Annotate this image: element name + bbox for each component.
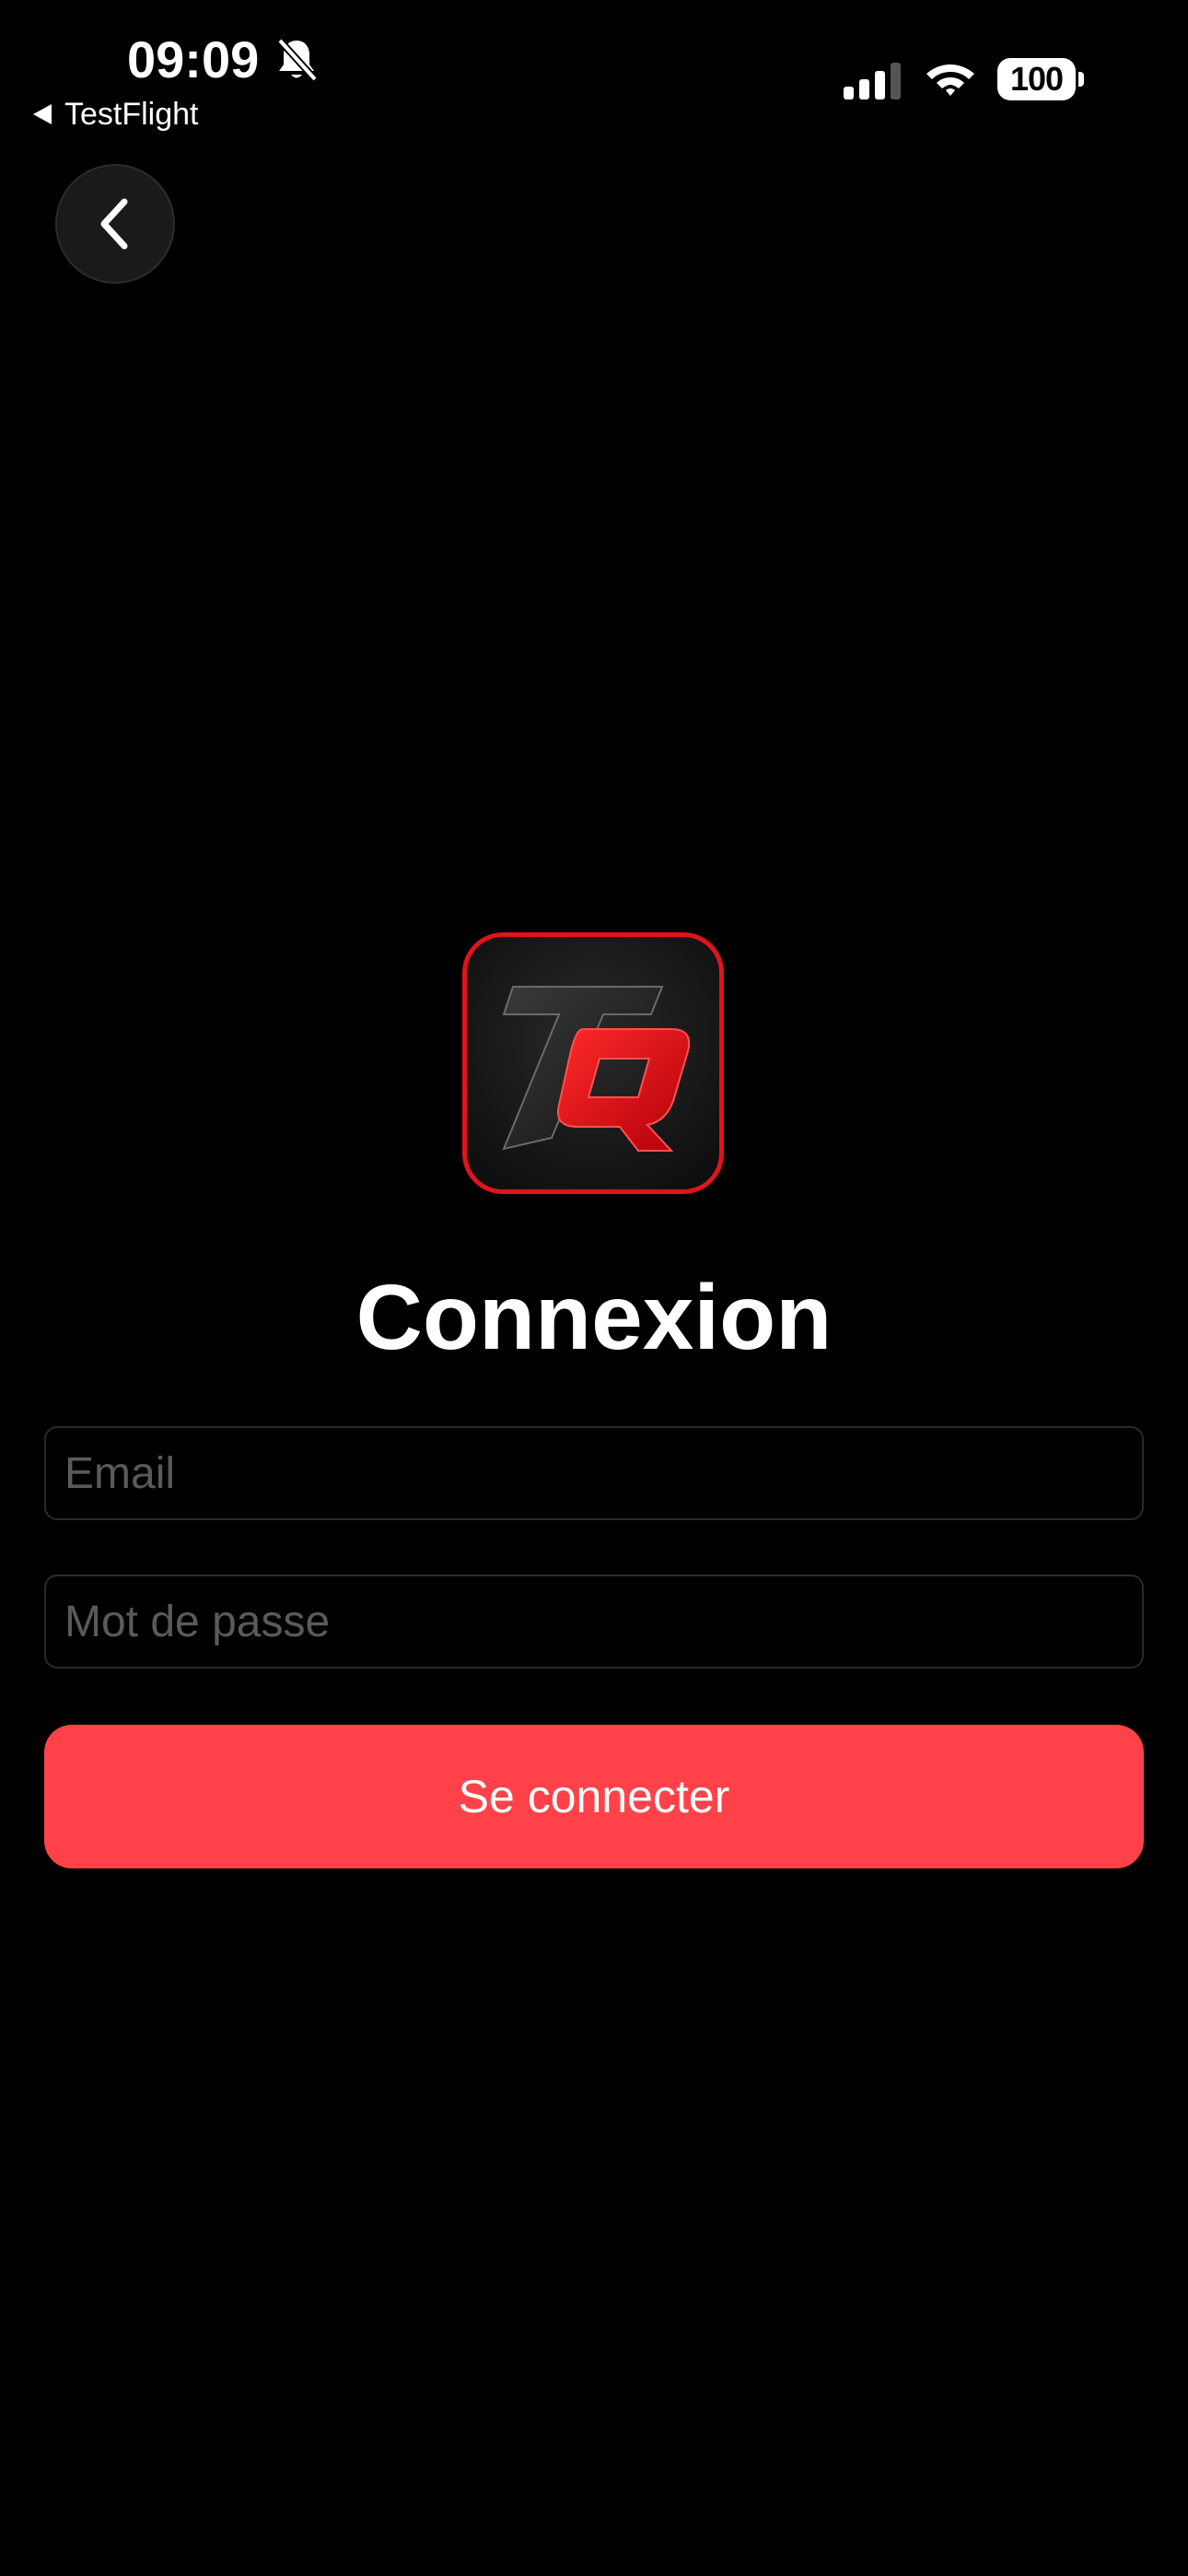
tq-logo-mark [502, 986, 691, 1152]
page-title: Connexion [355, 1266, 833, 1369]
bell-slash-icon [277, 38, 318, 82]
battery-icon: 100 [997, 57, 1084, 101]
back-button[interactable] [55, 164, 175, 284]
password-field[interactable] [46, 1576, 1142, 1667]
email-field[interactable] [46, 1428, 1142, 1518]
login-button[interactable]: Se connecter [44, 1725, 1144, 1868]
back-to-app-link[interactable]: TestFlight [33, 96, 199, 133]
chevron-left-icon [100, 198, 128, 250]
status-time: 09:09 [127, 30, 260, 88]
back-triangle-icon [33, 104, 52, 124]
wifi-icon [926, 64, 974, 96]
password-field-container [44, 1575, 1144, 1669]
signal-icon [844, 63, 901, 100]
email-field-container [44, 1426, 1144, 1520]
battery-cap [1078, 72, 1084, 87]
back-app-label: TestFlight [64, 97, 199, 132]
app-logo [462, 932, 724, 1194]
battery-level: 100 [997, 58, 1077, 100]
